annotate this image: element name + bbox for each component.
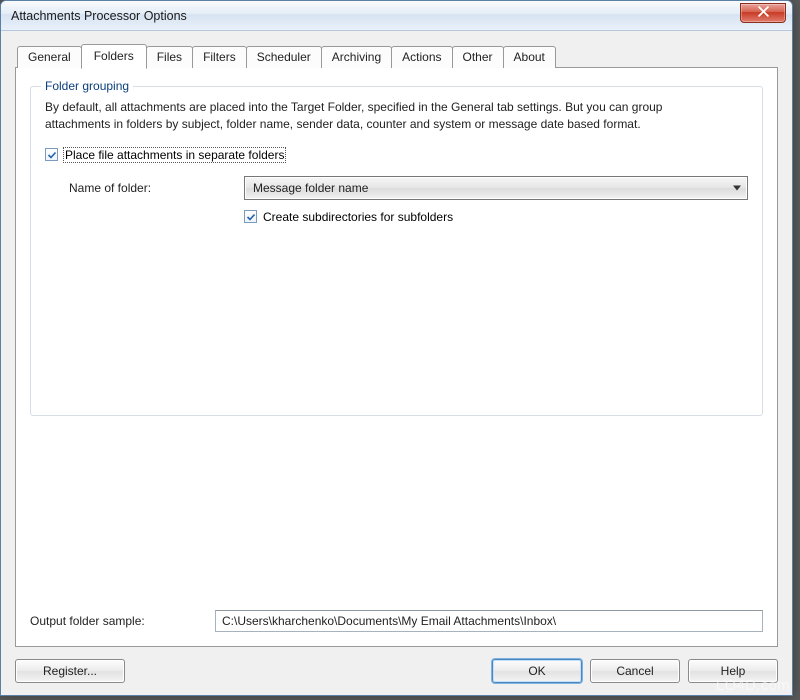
tab-strip: General Folders Files Filters Scheduler …	[15, 43, 778, 67]
tab-page-folders: Folder grouping By default, all attachme…	[15, 67, 778, 647]
folder-grouping-groupbox: Folder grouping By default, all attachme…	[30, 86, 763, 416]
tab-general[interactable]: General	[17, 46, 82, 68]
tab-about[interactable]: About	[503, 46, 556, 68]
options-dialog: Attachments Processor Options General Fo…	[0, 0, 793, 696]
window-title: Attachments Processor Options	[11, 9, 740, 23]
watermark: LO4D.com	[716, 677, 790, 694]
close-icon	[758, 6, 769, 20]
create-subdirectories-row[interactable]: Create subdirectories for subfolders	[244, 210, 748, 224]
cancel-button[interactable]: Cancel	[590, 659, 680, 683]
place-file-attachments-row[interactable]: Place file attachments in separate folde…	[45, 148, 748, 162]
tab-folders[interactable]: Folders	[81, 44, 147, 69]
chevron-down-icon	[733, 185, 741, 190]
title-bar[interactable]: Attachments Processor Options	[1, 1, 792, 31]
output-folder-label: Output folder sample:	[30, 614, 205, 628]
checkmark-icon	[47, 150, 57, 160]
register-button[interactable]: Register...	[15, 659, 125, 683]
tab-scheduler[interactable]: Scheduler	[246, 46, 322, 68]
name-of-folder-label: Name of folder:	[69, 181, 234, 195]
create-subdirectories-label[interactable]: Create subdirectories for subfolders	[263, 210, 453, 224]
create-subdirectories-checkbox[interactable]	[244, 210, 257, 223]
place-file-attachments-checkbox[interactable]	[45, 148, 58, 161]
tab-archiving[interactable]: Archiving	[321, 46, 392, 68]
name-of-folder-value: Message folder name	[253, 181, 368, 195]
name-of-folder-row: Name of folder: Message folder name	[69, 176, 748, 200]
close-button[interactable]	[740, 3, 786, 23]
name-of-folder-select[interactable]: Message folder name	[244, 176, 748, 200]
tab-actions[interactable]: Actions	[391, 46, 452, 68]
tab-other[interactable]: Other	[452, 46, 504, 68]
client-area: General Folders Files Filters Scheduler …	[1, 31, 792, 695]
groupbox-title: Folder grouping	[41, 79, 133, 93]
output-folder-row: Output folder sample:	[30, 500, 763, 632]
tab-filters[interactable]: Filters	[192, 46, 247, 68]
ok-button[interactable]: OK	[492, 659, 582, 683]
tab-files[interactable]: Files	[146, 46, 193, 68]
checkmark-icon	[246, 212, 256, 222]
place-file-attachments-label[interactable]: Place file attachments in separate folde…	[64, 148, 285, 162]
groupbox-description: By default, all attachments are placed i…	[45, 99, 705, 134]
dialog-button-row: Register... OK Cancel Help	[15, 647, 778, 683]
output-folder-sample-field[interactable]	[215, 610, 763, 632]
